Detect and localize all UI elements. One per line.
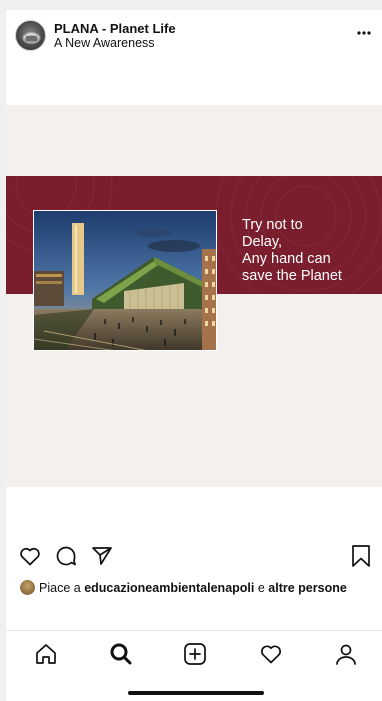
likes-summary[interactable]: Piace a educazioneambientalenapoli e alt… bbox=[20, 580, 380, 598]
add-post-icon[interactable] bbox=[182, 641, 208, 667]
bookmark-icon[interactable] bbox=[350, 544, 372, 568]
architecture-render-photo bbox=[33, 210, 217, 351]
account-subtitle: A New Awareness bbox=[54, 36, 155, 50]
likes-joiner: e bbox=[257, 581, 265, 595]
slogan-line: Try not to bbox=[242, 217, 303, 233]
post-header: PLANA - Planet Life A New Awareness bbox=[6, 10, 382, 64]
instagram-post-screen: PLANA - Planet Life A New Awareness Try … bbox=[6, 10, 382, 701]
slogan-line: Delay, bbox=[242, 234, 283, 250]
slogan-line: save the Planet bbox=[242, 268, 342, 284]
home-indicator[interactable] bbox=[128, 691, 264, 695]
bottom-tab-bar bbox=[6, 630, 382, 679]
likes-prefix: Piace a bbox=[39, 581, 81, 595]
avatar-image bbox=[22, 32, 41, 44]
send-icon[interactable] bbox=[90, 544, 114, 568]
search-icon[interactable] bbox=[108, 641, 134, 667]
heart-icon[interactable] bbox=[18, 544, 42, 568]
post-actions bbox=[6, 540, 382, 574]
activity-heart-icon[interactable] bbox=[258, 641, 284, 667]
slogan-text: Try not to Delay, Any hand can save the … bbox=[242, 217, 382, 285]
likes-others[interactable]: altre persone bbox=[268, 581, 347, 595]
slogan-line: Any hand can bbox=[242, 251, 331, 267]
liker-username[interactable]: educazioneambientalenapoli bbox=[84, 581, 254, 595]
comment-icon[interactable] bbox=[54, 544, 78, 568]
profile-icon[interactable] bbox=[333, 641, 359, 667]
home-icon[interactable] bbox=[33, 641, 59, 667]
account-name[interactable]: PLANA - Planet Life bbox=[54, 21, 176, 36]
account-avatar[interactable] bbox=[15, 20, 46, 51]
post-image[interactable]: Try not to Delay, Any hand can save the … bbox=[6, 105, 382, 487]
more-dots-icon[interactable] bbox=[356, 28, 372, 38]
liker-avatar bbox=[20, 580, 35, 595]
